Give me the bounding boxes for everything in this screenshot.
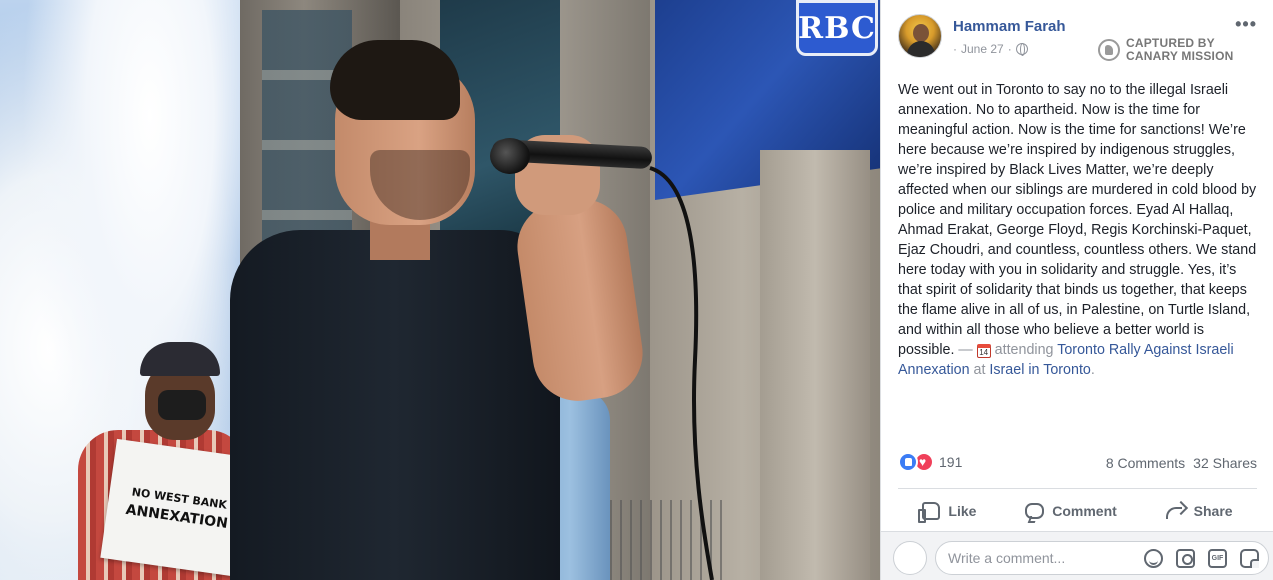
microphone-head [490,138,530,174]
place-link[interactable]: Israel in Toronto [989,362,1090,378]
capture-text: CAPTURED BY CANARY MISSION [1126,37,1233,63]
canary-bird-icon [1098,39,1120,61]
share-arrow-icon [1165,503,1186,519]
camera-icon[interactable] [1176,549,1195,568]
shares-count-link[interactable]: 32 Shares [1193,455,1257,471]
engagement-counts: 8 Comments 32 Shares [1106,455,1257,471]
comment-composer: GIF [881,531,1273,580]
post-dash: — [954,342,977,358]
reactions-summary[interactable]: 191 [898,452,962,472]
post-photo[interactable]: RBC NO WEST BANK ANNEXATION [0,0,880,580]
speaker-shirt [230,230,560,580]
post-body-text: We went out in Toronto to say no to the … [898,82,1257,358]
thumbs-up-icon [918,502,941,523]
like-label: Like [948,503,977,519]
globe-icon[interactable] [1015,43,1028,56]
period-text: . [1090,362,1095,378]
reaction-count: 191 [939,454,963,470]
share-label: Share [1193,503,1233,519]
post-body: We went out in Toronto to say no to the … [898,80,1258,380]
like-reaction-icon [898,452,918,472]
comment-button[interactable]: Comment [1017,497,1125,525]
post-actions: Like Comment Share [898,494,1257,528]
avatar-body [907,41,935,57]
post-header: Hammam Farah · June 27 · CAPTURED BY CAN… [898,14,1263,66]
attending-text: attending [990,342,1058,358]
more-options-icon[interactable]: ••• [1235,14,1257,35]
post-date-link[interactable]: June 27 [961,42,1004,56]
speaker-hair [330,40,460,120]
emoji-icon[interactable] [1144,549,1163,568]
meta-separator-2: · [1007,42,1012,56]
author-name-link[interactable]: Hammam Farah [953,18,1066,35]
post-meta: · June 27 · [953,42,1028,56]
divider-top [898,488,1257,489]
gif-icon[interactable]: GIF [1208,549,1227,568]
comments-count-link[interactable]: 8 Comments [1106,455,1185,471]
composer-icons: GIF [1144,549,1259,568]
capture-watermark: CAPTURED BY CANARY MISSION [1098,37,1233,63]
speaker [230,40,653,580]
share-button[interactable]: Share [1158,497,1241,525]
at-text: at [969,362,990,378]
capture-line-2: CANARY MISSION [1126,49,1234,63]
sticker-icon[interactable] [1240,549,1259,568]
comment-label: Comment [1052,503,1117,519]
speech-bubble-icon [1025,503,1045,519]
author-avatar[interactable] [898,14,942,58]
meta-separator: · [953,42,957,56]
like-button[interactable]: Like [914,496,984,526]
viewer-avatar [893,541,927,575]
avatar-face [913,24,929,42]
calendar-icon: 14 [976,344,991,358]
post-panel: Hammam Farah · June 27 · CAPTURED BY CAN… [880,0,1273,580]
